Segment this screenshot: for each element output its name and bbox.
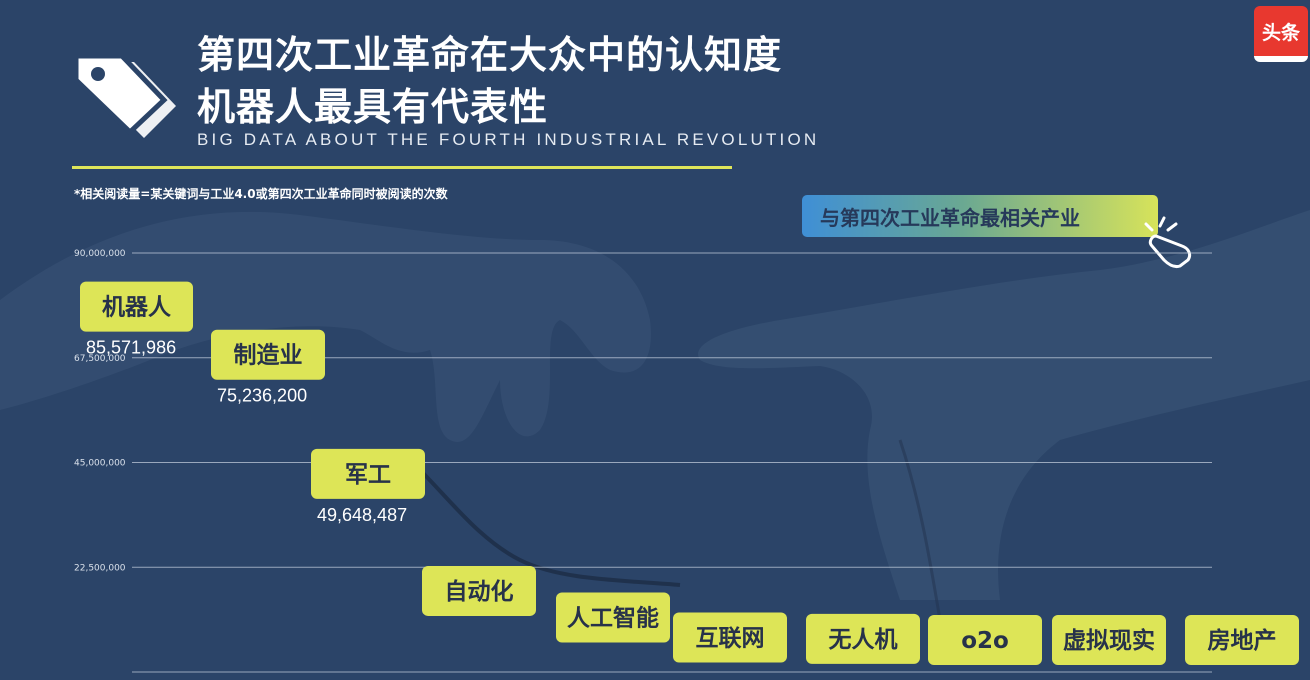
y-tick-label: 22,500,000	[74, 563, 126, 573]
bar-label: o2o	[961, 628, 1009, 654]
bar-label: 自动化	[445, 578, 514, 605]
bar-label: 互联网	[696, 625, 765, 651]
bar-label: 机器人	[102, 295, 172, 321]
bar-value-label: 85,571,986	[86, 338, 176, 358]
bar-label: 军工	[345, 462, 391, 488]
bar-label: 无人机	[829, 627, 898, 653]
bar-value-label: 49,648,487	[317, 505, 407, 525]
y-tick-label: 90,000,000	[74, 249, 126, 259]
bar-label: 制造业	[234, 343, 303, 369]
bar-label: 虚拟现实	[1063, 627, 1155, 654]
bar-value-label: 75,236,200	[217, 386, 307, 406]
bar-label: 房地产	[1208, 627, 1277, 654]
infographic: 第四次工业革命在大众中的认知度 机器人最具有代表性 BIG DATA ABOUT…	[0, 0, 1310, 680]
y-tick-label: 45,000,000	[74, 459, 126, 469]
bar-chart: 90,000,00067,500,00045,000,00022,500,000…	[74, 249, 1299, 673]
bar-label: 人工智能	[567, 604, 659, 631]
